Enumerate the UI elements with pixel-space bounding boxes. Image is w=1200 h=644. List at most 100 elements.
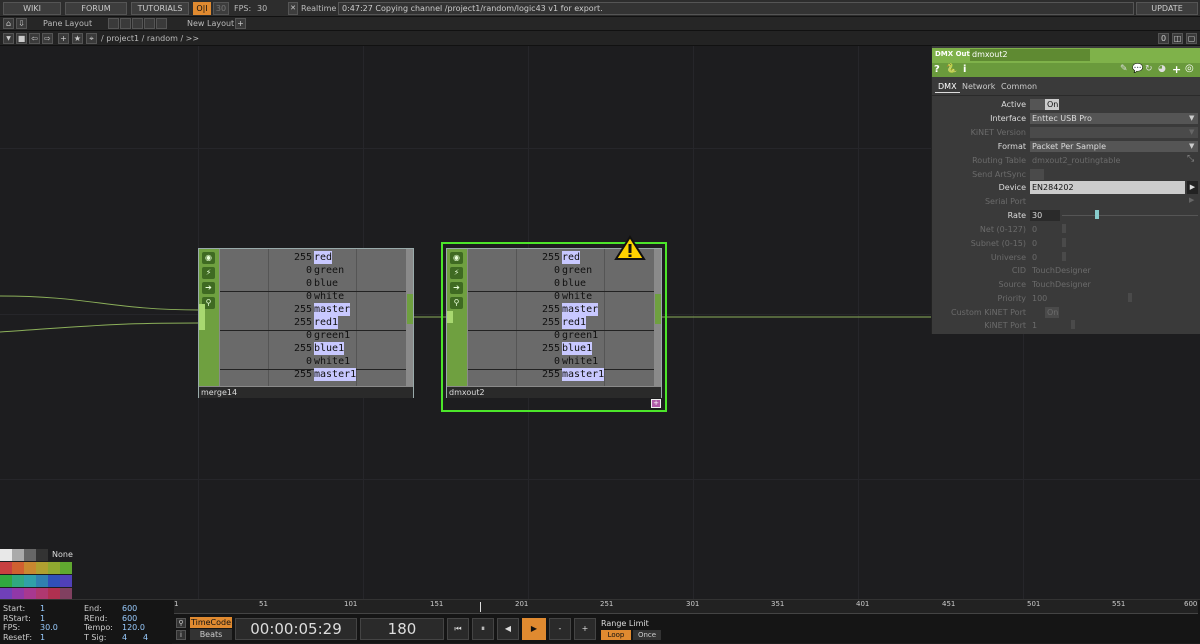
universe-field[interactable]: 0 [1030, 252, 1060, 263]
edit-icon[interactable]: ✎ [1120, 64, 1128, 74]
pane-maximize-icon[interactable]: ▢ [1186, 33, 1197, 44]
bypass-icon[interactable]: ⚡ [450, 267, 463, 279]
pause-button[interactable]: ⏸ [472, 618, 494, 640]
input-connector[interactable] [199, 304, 205, 330]
kinet-version-menu[interactable] [1030, 127, 1198, 138]
custom-kinet-port-toggle[interactable]: On [1045, 307, 1059, 318]
wiki-button[interactable]: WIKI [3, 2, 61, 15]
input-connector[interactable] [447, 311, 453, 323]
start-value[interactable]: 1 [40, 604, 45, 613]
rstart-value[interactable]: 1 [40, 614, 45, 623]
add-icon[interactable]: + [58, 33, 69, 44]
layout-quad-icon[interactable] [144, 18, 155, 29]
send-artsync-toggle[interactable] [1030, 169, 1044, 180]
timeline-ruler[interactable]: 1 51 101 151 201 251 301 351 401 451 501… [174, 600, 1198, 614]
tab-common[interactable]: Common [1001, 82, 1037, 91]
timecode-display[interactable]: 00:00:05:29 [235, 618, 357, 640]
active-toggle-off[interactable] [1030, 99, 1045, 110]
dmxout2-node[interactable]: ◉ ⚡ ➔ ⚲ 255 red 0 green 0 blue 0 white 255 ma… [446, 248, 662, 398]
forward-icon[interactable]: ⇨ [42, 33, 53, 44]
forum-button[interactable]: FORUM [65, 2, 127, 15]
priority-field[interactable]: 100 [1030, 293, 1060, 304]
network-path[interactable]: / project1 / random / >> [101, 32, 199, 45]
play-button[interactable]: ▶ [522, 618, 546, 640]
cid-field[interactable]: TouchDesigner [1030, 265, 1180, 276]
chevron-down-icon[interactable]: ▼ [1189, 128, 1194, 136]
layout-triple-icon[interactable] [156, 18, 167, 29]
viewer-toggle-icon[interactable]: + [651, 399, 661, 408]
display-icon[interactable]: ➔ [450, 282, 463, 294]
once-toggle[interactable]: Once [633, 630, 661, 640]
python-icon[interactable]: 🐍 [946, 64, 957, 74]
tsig-numerator[interactable]: 4 [122, 633, 127, 642]
device-field[interactable]: EN284202 [1030, 181, 1185, 194]
format-menu[interactable]: Packet Per Sample [1030, 141, 1198, 152]
tab-dmx[interactable]: DMX [935, 81, 960, 93]
fps-value[interactable]: 30 [257, 2, 267, 15]
step-minus-button[interactable]: - [549, 618, 571, 640]
lock-icon[interactable]: ⚲ [450, 297, 463, 309]
viewer-icon[interactable]: ◉ [450, 252, 463, 264]
end-value[interactable]: 600 [122, 604, 137, 613]
operator-name-field[interactable]: dmxout2 [970, 49, 1090, 61]
home-icon[interactable]: ⌂ [3, 18, 14, 29]
bypass-icon[interactable]: ⚡ [202, 267, 215, 279]
serial-menu-icon[interactable]: ▶ [1189, 196, 1194, 204]
subnet-field[interactable]: 0 [1030, 238, 1060, 249]
chevron-down-icon[interactable]: ▼ [3, 33, 14, 44]
tab-network[interactable]: Network [962, 82, 995, 91]
tsig-denominator[interactable]: 4 [143, 633, 148, 642]
rate-slider[interactable] [1062, 215, 1198, 216]
pane-split-icon[interactable]: ◫ [1172, 33, 1183, 44]
timecode-toggle[interactable]: TimeCode [190, 617, 232, 628]
fps-value[interactable]: 30.0 [40, 623, 58, 632]
serial-port-field[interactable] [1030, 196, 1185, 207]
star-icon[interactable]: ★ [72, 33, 83, 44]
device-menu-icon[interactable]: ▶ [1187, 181, 1198, 194]
interface-menu[interactable]: Enttec USB Pro [1030, 113, 1198, 124]
source-field[interactable]: TouchDesigner [1030, 279, 1180, 290]
stop-icon[interactable]: ■ [16, 33, 27, 44]
pin-icon[interactable]: ⌖ [86, 33, 97, 44]
target-icon[interactable]: ◎ [1185, 63, 1194, 74]
layout-split-h-icon[interactable] [132, 18, 143, 29]
rend-value[interactable]: 600 [122, 614, 137, 623]
viewer-icon[interactable]: ◉ [202, 252, 215, 264]
layout-single-icon[interactable] [108, 18, 119, 29]
beats-toggle[interactable]: Beats [190, 629, 232, 640]
timeline-lock-icon[interactable]: ⚲ [176, 618, 186, 628]
tutorials-button[interactable]: TUTORIALS [131, 2, 189, 15]
add-layout-button[interactable]: + [235, 18, 246, 29]
kinet-port-field[interactable]: 1 [1030, 320, 1060, 331]
refresh-icon[interactable]: ↻ [1145, 64, 1153, 74]
step-plus-button[interactable]: + [574, 618, 596, 640]
chevron-down-icon[interactable]: ▼ [1189, 142, 1194, 150]
routing-table-field[interactable]: dmxout2_routingtable [1030, 155, 1185, 166]
fps-toggle[interactable]: 30 [213, 2, 229, 15]
layout-split-v-icon[interactable] [120, 18, 131, 29]
warning-icon[interactable] [614, 235, 646, 261]
node-picker-icon[interactable]: ⤡ [1187, 154, 1194, 164]
output-connector[interactable] [407, 294, 413, 324]
resetf-value[interactable]: 1 [40, 633, 45, 642]
rate-field[interactable]: 30 [1030, 210, 1060, 221]
path-zero[interactable]: 0 [1158, 33, 1169, 44]
realtime-checkbox[interactable]: ✕ [288, 2, 298, 15]
net-field[interactable]: 0 [1030, 224, 1060, 235]
rewind-button[interactable]: ⏮ [447, 618, 469, 640]
add-icon[interactable]: + [1172, 63, 1181, 76]
step-back-button[interactable]: ◀ [497, 618, 519, 640]
color-palette[interactable]: None [0, 549, 75, 600]
info-icon[interactable]: i [963, 64, 966, 75]
node-name[interactable]: dmxout2 [447, 387, 661, 398]
palette-none[interactable]: None [52, 550, 73, 559]
perform-mode-icon[interactable]: O|I [193, 2, 211, 15]
node-name[interactable]: merge14 [199, 387, 413, 398]
tempo-value[interactable]: 120.0 [122, 623, 145, 632]
frame-display[interactable]: 180 [360, 618, 444, 640]
help-icon[interactable]: ? [934, 64, 940, 75]
display-icon[interactable]: ➔ [202, 282, 215, 294]
timeline-info-icon[interactable]: i [176, 630, 186, 640]
merge14-node[interactable]: ◉ ⚡ ➔ ⚲ 255 red 0 green 0 blue 0 white 255 ma… [198, 248, 414, 398]
comment-icon[interactable]: 💬 [1132, 64, 1143, 74]
